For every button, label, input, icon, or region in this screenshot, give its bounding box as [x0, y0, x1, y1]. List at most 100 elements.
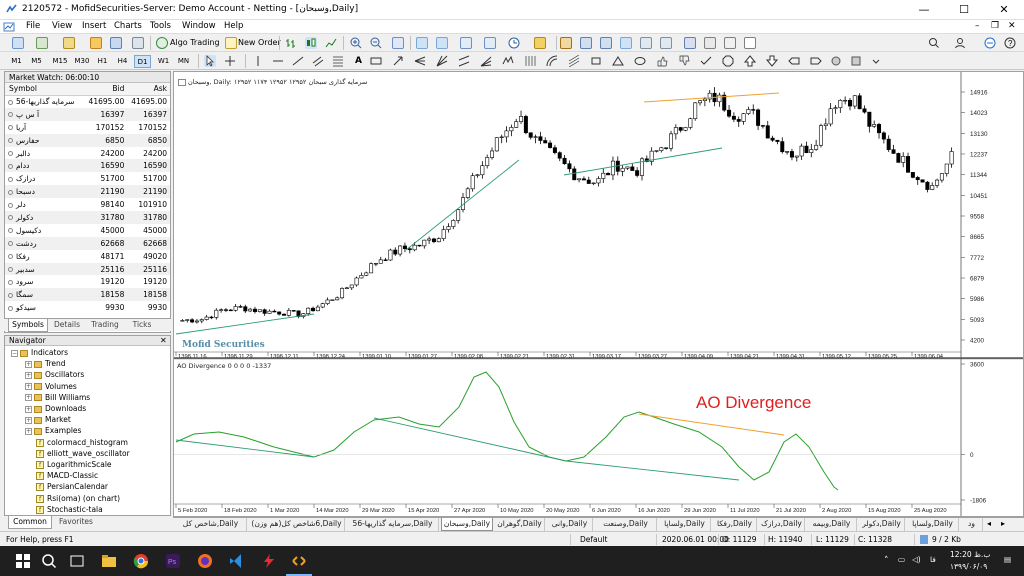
- menu-file[interactable]: File: [26, 21, 40, 31]
- red-app-icon[interactable]: [260, 552, 278, 570]
- market-watch-row[interactable]: سدبير 25116 25116: [5, 262, 170, 276]
- fibonacci-icon[interactable]: [332, 55, 344, 67]
- symbol-cell[interactable]: سمگا: [5, 288, 85, 302]
- navigator-folder[interactable]: + Market: [25, 414, 71, 425]
- symbol-cell[interactable]: ددام: [5, 159, 85, 173]
- chart-tab[interactable]: رفکا,Daily: [713, 518, 757, 531]
- data-window-icon[interactable]: [600, 37, 612, 49]
- expander-icon[interactable]: −: [11, 349, 18, 357]
- chart-menu-icon[interactable]: [178, 79, 186, 86]
- navigator-icon[interactable]: [90, 37, 102, 49]
- market-watch-row[interactable]: آريا 170152 170152: [5, 121, 170, 134]
- market-watch-row[interactable]: رفکا 48171 49020: [5, 250, 170, 263]
- menu-view[interactable]: View: [52, 21, 72, 31]
- tab-ticks[interactable]: Ticks: [126, 319, 158, 332]
- timeframe-w1[interactable]: W1: [155, 55, 172, 68]
- terminal-icon[interactable]: [110, 37, 122, 49]
- market-icon[interactable]: [660, 37, 672, 49]
- search-icon[interactable]: [40, 552, 58, 570]
- vscode-icon[interactable]: [228, 552, 246, 570]
- market-watch-row[interactable]: درازک 51700 51700: [5, 172, 170, 185]
- pitchfork-icon[interactable]: [414, 55, 426, 67]
- tab-details[interactable]: Details: [50, 319, 84, 332]
- tabs-scroll-right-icon[interactable]: ▸: [1001, 519, 1005, 528]
- market-watch-row[interactable]: دسبحا 21190 21190: [5, 185, 170, 199]
- navigator-close-icon[interactable]: ✕: [160, 336, 167, 345]
- channels-icon[interactable]: [458, 55, 470, 67]
- expander-icon[interactable]: +: [25, 383, 32, 391]
- ellipse-icon[interactable]: [634, 55, 646, 67]
- crosshair-toggle-icon[interactable]: [620, 37, 632, 49]
- market-watch-row[interactable]: دکولر 31780 31780: [5, 211, 170, 224]
- windows-start-icon[interactable]: [14, 552, 32, 570]
- menu-tools[interactable]: Tools: [150, 21, 171, 31]
- new-order-button[interactable]: New Order: [238, 38, 281, 47]
- menu-charts[interactable]: Charts: [114, 21, 142, 31]
- algo-trading-button[interactable]: Algo Trading: [170, 38, 220, 47]
- market-watch-row[interactable]: ددام 16590 16590: [5, 159, 170, 173]
- navigator-indicator[interactable]: f PersianCalendar: [25, 481, 108, 492]
- symbol-cell[interactable]: آ س پ: [5, 107, 85, 121]
- square-shape-icon[interactable]: [850, 55, 862, 67]
- tray-chevron-icon[interactable]: ˄: [884, 556, 889, 566]
- market-watch-row[interactable]: دالبر 24200 24200: [5, 147, 170, 160]
- right-price-icon[interactable]: [810, 55, 822, 67]
- vertical-line-icon[interactable]: [252, 55, 264, 67]
- bar-chart-icon[interactable]: [285, 37, 297, 49]
- elliott-icon[interactable]: [502, 55, 514, 67]
- cycle-lines-icon[interactable]: [524, 55, 536, 67]
- market-watch-icon[interactable]: [63, 37, 75, 49]
- col-symbol[interactable]: Symbol: [5, 83, 85, 96]
- menu-insert[interactable]: Insert: [82, 21, 106, 31]
- arrows-icon[interactable]: [392, 55, 404, 67]
- market-watch-row[interactable]: ردشت 62668 62668: [5, 236, 170, 250]
- navigator-folder[interactable]: + Volumes: [25, 381, 77, 392]
- navigator-indicator[interactable]: f Rsi(oma) (on chart): [25, 493, 120, 504]
- photoshop-icon[interactable]: Ps: [164, 552, 182, 570]
- navigator-folder[interactable]: + Examples: [25, 425, 81, 436]
- trendline-icon[interactable]: [292, 55, 304, 67]
- objects-icon[interactable]: [534, 37, 546, 49]
- timeframe-h1[interactable]: H1: [94, 55, 111, 68]
- text-tool-icon[interactable]: A: [355, 56, 362, 66]
- screenshot-icon[interactable]: [724, 37, 736, 49]
- zoom-in-icon[interactable]: [350, 37, 362, 49]
- line-chart-icon[interactable]: [325, 37, 337, 49]
- chart-tab[interactable]: شاخص کل,Daily: [175, 518, 247, 531]
- market-watch-row[interactable]: سرود 19120 19120: [5, 275, 170, 288]
- check-icon[interactable]: [700, 55, 712, 67]
- timeframe-mn[interactable]: MN: [175, 55, 192, 68]
- market-watch-row[interactable]: آ س پ 16397 16397: [5, 107, 170, 121]
- new-order-icon[interactable]: [225, 37, 237, 49]
- window-list-icon[interactable]: [580, 37, 592, 49]
- signals-icon[interactable]: [640, 37, 652, 49]
- expander-icon[interactable]: +: [25, 360, 32, 368]
- navigator-indicator[interactable]: f colormacd_histogram: [25, 437, 128, 448]
- tray-date[interactable]: ۱۳۹۹/۰۶/۰۹: [950, 562, 987, 571]
- symbol-cell[interactable]: سيدکو: [5, 301, 85, 314]
- chart-tab-active[interactable]: وسبحان,Daily: [441, 518, 493, 531]
- navigator-folder[interactable]: + Downloads: [25, 403, 86, 414]
- market-watch-row[interactable]: سمگا 18158 18158: [5, 288, 170, 302]
- symbol-cell[interactable]: دسبحا: [5, 185, 85, 199]
- indicators-icon[interactable]: [460, 37, 472, 49]
- tab-trading[interactable]: Trading: [86, 319, 124, 332]
- tab-common[interactable]: Common: [8, 516, 52, 529]
- expander-icon[interactable]: +: [25, 416, 32, 424]
- navigator-folder[interactable]: + Bill Williams: [25, 392, 90, 403]
- account-icon[interactable]: [954, 37, 966, 49]
- chart-tab[interactable]: (هم وزن)6شاخص کل,Daily: [249, 518, 345, 531]
- auto-scroll-icon[interactable]: [416, 37, 428, 49]
- expander-icon[interactable]: +: [25, 394, 32, 402]
- market-watch-row[interactable]: سيدکو 9930 9930: [5, 301, 170, 314]
- mdi-restore[interactable]: ❐: [991, 21, 999, 31]
- horizontal-line-icon[interactable]: [272, 55, 284, 67]
- navigator-folder[interactable]: + Trend: [25, 358, 66, 369]
- timeframe-m30[interactable]: M30: [72, 55, 92, 68]
- chart-tab[interactable]: ولساپا,Daily: [659, 518, 711, 531]
- tray-language[interactable]: فا: [930, 555, 936, 564]
- vps-icon[interactable]: [684, 37, 696, 49]
- file-explorer-icon[interactable]: [100, 552, 118, 570]
- equidistant-channel-icon[interactable]: [312, 55, 324, 67]
- tabs-scroll-left-icon[interactable]: ◂: [987, 519, 991, 528]
